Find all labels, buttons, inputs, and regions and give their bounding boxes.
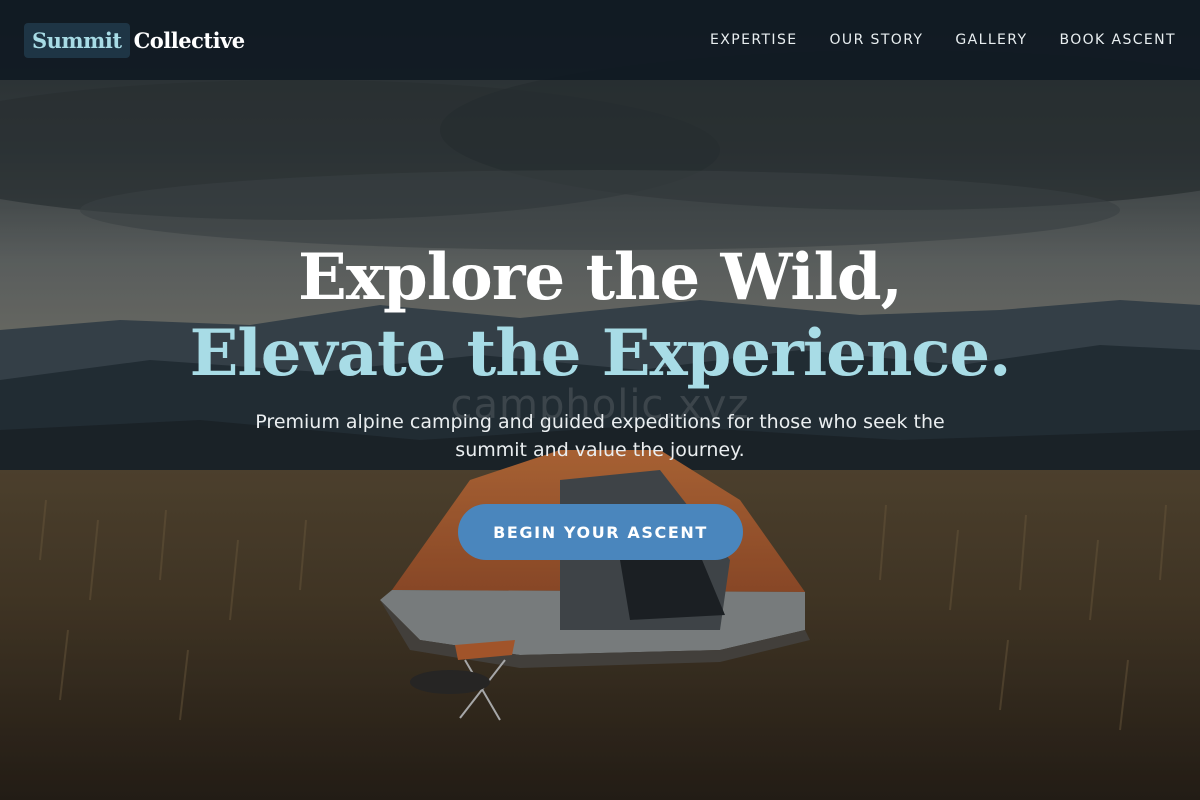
hero-headline: Explore the Wild, Elevate the Experience… bbox=[0, 240, 1200, 392]
brand-logo-summit: Summit bbox=[24, 22, 130, 58]
brand-logo-collective: Collective bbox=[133, 27, 246, 53]
hero-headline-line2: Elevate the Experience. bbox=[189, 316, 1012, 391]
hero-section: Summit Collective EXPERTISE OUR STORY GA… bbox=[0, 0, 1200, 800]
brand-logo[interactable]: Summit Collective bbox=[24, 22, 246, 58]
nav-links: EXPERTISE OUR STORY GALLERY BOOK ASCENT bbox=[710, 32, 1176, 48]
nav-link-book-ascent[interactable]: BOOK ASCENT bbox=[1059, 32, 1176, 48]
nav-link-expertise[interactable]: EXPERTISE bbox=[710, 32, 797, 48]
top-navbar: Summit Collective EXPERTISE OUR STORY GA… bbox=[0, 0, 1200, 80]
nav-link-gallery[interactable]: GALLERY bbox=[955, 32, 1027, 48]
hero-subtitle: Premium alpine camping and guided expedi… bbox=[255, 411, 945, 461]
nav-link-our-story[interactable]: OUR STORY bbox=[830, 32, 924, 48]
hero-headline-line1: Explore the Wild, bbox=[298, 240, 903, 315]
begin-ascent-button[interactable]: BEGIN YOUR ASCENT bbox=[458, 504, 743, 560]
